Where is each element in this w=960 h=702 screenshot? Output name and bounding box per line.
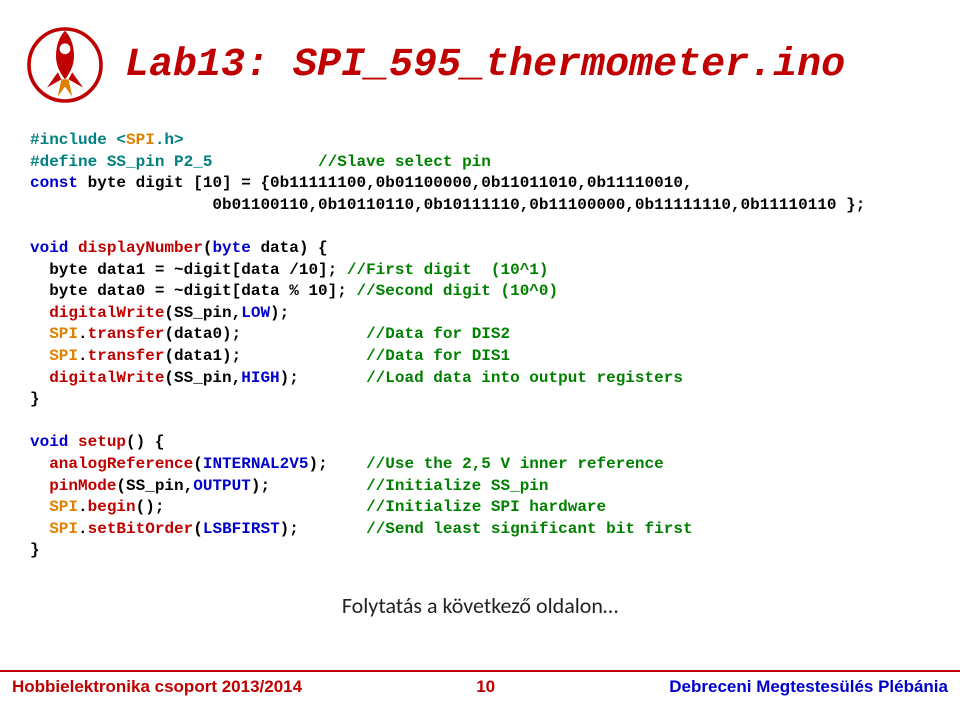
code-token: ); [280, 520, 366, 538]
code-comment: //Slave select pin [318, 153, 491, 171]
code-token: transfer [88, 325, 165, 343]
continue-text: Folytatás a következő oldalon… [0, 592, 960, 619]
code-token: .h> [155, 131, 184, 149]
code-token: ( [203, 239, 213, 257]
code-token: . [78, 347, 88, 365]
code-token: (SS_pin, [164, 369, 241, 387]
code-token: const [30, 174, 78, 192]
code-token: (data0); [164, 325, 366, 343]
code-token: byte [212, 239, 250, 257]
code-token: . [78, 498, 88, 516]
code-token: begin [88, 498, 136, 516]
code-comment: //Send least significant bit first [366, 520, 692, 538]
code-token: . [78, 325, 88, 343]
code-token: byte digit [10] = {0b11111100,0b01100000… [78, 174, 693, 192]
code-token: (data1); [164, 347, 366, 365]
code-token: digitalWrite [30, 369, 164, 387]
code-comment: //Second digit (10^0) [347, 282, 558, 300]
code-token: () { [126, 433, 164, 451]
code-token: OUTPUT [193, 477, 251, 495]
code-token: ( [193, 455, 203, 473]
code-token: ); [251, 477, 366, 495]
code-token: transfer [88, 347, 165, 365]
code-comment: //Use the 2,5 V inner reference [366, 455, 664, 473]
code-comment: //Initialize SPI hardware [366, 498, 606, 516]
code-token: void [30, 433, 68, 451]
code-token: SPI [30, 520, 78, 538]
code-token: SPI [126, 131, 155, 149]
code-token: LSBFIRST [203, 520, 280, 538]
code-token: pinMode [30, 477, 116, 495]
code-token: setup [68, 433, 126, 451]
code-comment: //Initialize SS_pin [366, 477, 548, 495]
code-token: setBitOrder [88, 520, 194, 538]
code-token: 0b01100110,0b10110110,0b10111110,0b11100… [30, 196, 865, 214]
footer-page-number: 10 [476, 677, 495, 697]
slide-header: Lab13: SPI_595_thermometer.ino [0, 0, 960, 120]
code-token: (); [136, 498, 366, 516]
code-token: } [30, 390, 40, 408]
code-token: SPI [30, 347, 78, 365]
code-token: } [30, 541, 40, 559]
code-token: ); [280, 369, 366, 387]
footer-right: Debreceni Megtestesülés Plébánia [669, 677, 948, 697]
code-token: SPI [30, 325, 78, 343]
code-token: (SS_pin, [116, 477, 193, 495]
code-token: data) { [251, 239, 328, 257]
rocket-icon [20, 20, 110, 110]
code-token: byte data0 = ~digit[data % 10]; [30, 282, 347, 300]
slide-title: Lab13: SPI_595_thermometer.ino [125, 43, 845, 88]
code-comment: //First digit (10^1) [347, 261, 549, 279]
code-token: INTERNAL2V5 [203, 455, 309, 473]
footer-left: Hobbielektronika csoport 2013/2014 [12, 677, 302, 697]
code-token: displayNumber [68, 239, 202, 257]
code-token: digitalWrite [30, 304, 164, 322]
code-token: ( [193, 520, 203, 538]
code-token: . [78, 520, 88, 538]
code-token: void [30, 239, 68, 257]
code-comment: //Load data into output registers [366, 369, 683, 387]
code-block: #include <SPI.h> #define SS_pin P2_5 //S… [0, 120, 960, 562]
code-token: #include < [30, 131, 126, 149]
code-comment: //Data for DIS2 [366, 325, 510, 343]
code-token: ); [308, 455, 366, 473]
code-comment: //Data for DIS1 [366, 347, 510, 365]
code-token: byte data1 = ~digit[data /10]; [30, 261, 347, 279]
code-token: ); [270, 304, 289, 322]
slide-footer: Hobbielektronika csoport 2013/2014 10 De… [0, 670, 960, 702]
code-token: (SS_pin, [164, 304, 241, 322]
code-token: HIGH [241, 369, 279, 387]
code-token: analogReference [30, 455, 193, 473]
code-token: SPI [30, 498, 78, 516]
code-token: LOW [241, 304, 270, 322]
code-token: #define SS_pin P2_5 [30, 153, 318, 171]
